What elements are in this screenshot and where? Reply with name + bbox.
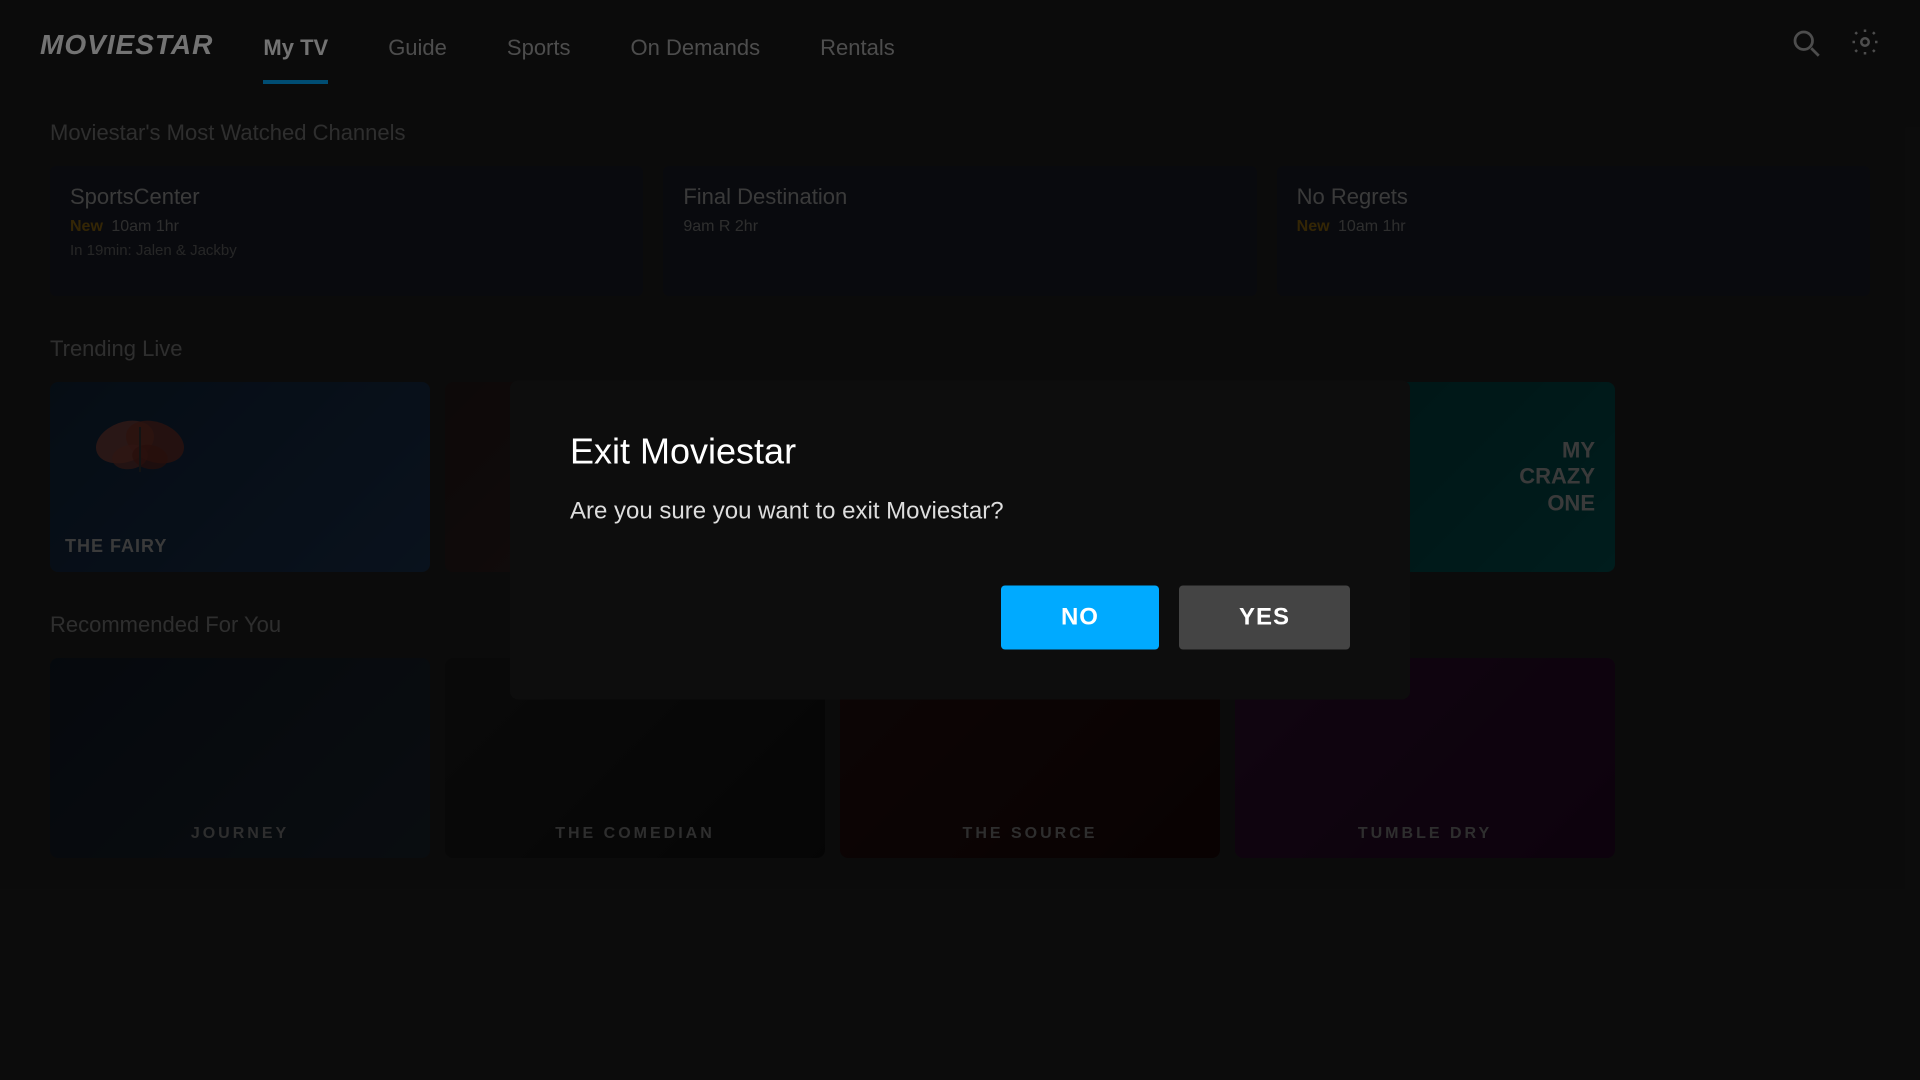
no-button[interactable]: NO — [1001, 586, 1159, 650]
modal-buttons: NO YES — [570, 586, 1350, 650]
yes-button[interactable]: YES — [1179, 586, 1350, 650]
exit-modal: Exit Moviestar Are you sure you want to … — [510, 381, 1410, 700]
modal-title: Exit Moviestar — [570, 431, 1350, 473]
modal-message: Are you sure you want to exit Moviestar? — [570, 498, 1350, 526]
